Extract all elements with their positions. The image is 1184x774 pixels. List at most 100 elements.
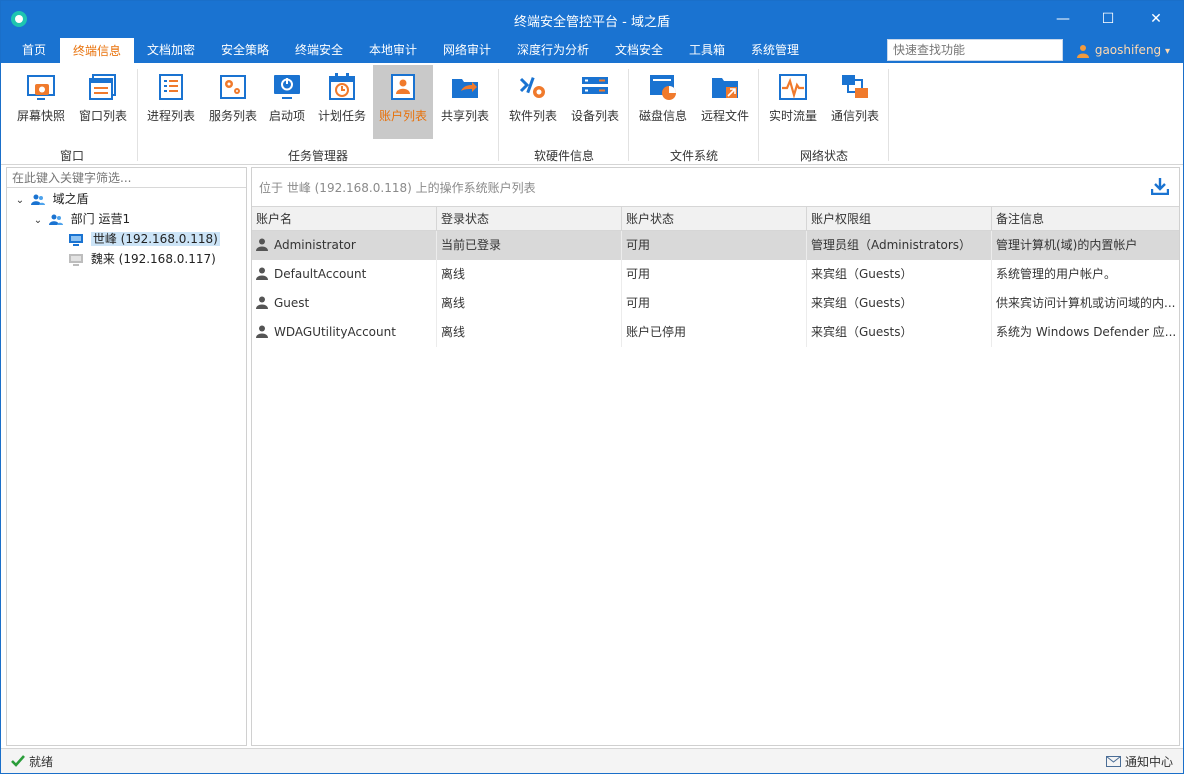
expand-icon[interactable]: ⌄	[13, 191, 27, 211]
device-list-label: 设备列表	[570, 109, 619, 123]
scheduled-task-button[interactable]: 计划任务	[313, 65, 371, 139]
table-row[interactable]: Administrator 当前已登录 可用 管理员组（Administrato…	[252, 231, 1179, 260]
tree-node-computer-2[interactable]: 魏来 (192.168.0.117)	[69, 249, 216, 269]
column-header-account[interactable]: 账户名	[252, 207, 437, 230]
tab-network-audit[interactable]: 网络审计	[431, 37, 503, 63]
remote-file-label: 远程文件	[700, 109, 749, 123]
user-caret-icon: ▾	[1165, 46, 1171, 57]
table-row[interactable]: DefaultAccount 离线 可用 来宾组（Guests） 系统管理的用户…	[252, 260, 1179, 289]
table-row[interactable]: WDAGUtilityAccount 离线 账户已停用 来宾组（Guests） …	[252, 318, 1179, 347]
title-bar[interactable]: 终端安全管控平台 - 域之盾 — ☐ ✕	[1, 1, 1183, 37]
disk-info-label: 磁盘信息	[638, 109, 687, 123]
scheduled-task-icon	[329, 73, 355, 100]
tab-local-audit[interactable]: 本地审计	[357, 37, 429, 63]
tab-terminal-security[interactable]: 终端安全	[283, 37, 355, 63]
screenshot-label: 屏幕快照	[16, 109, 65, 123]
screenshot-button[interactable]: 屏幕快照	[11, 65, 71, 139]
user-icon	[256, 238, 268, 251]
minimize-button[interactable]: —	[1053, 9, 1073, 29]
column-header-remark[interactable]: 备注信息	[992, 207, 1179, 230]
cell-login-status: 离线	[437, 289, 622, 318]
software-list-icon	[519, 77, 545, 98]
column-header-login-status[interactable]: 登录状态	[437, 207, 622, 230]
cell-account-status: 可用	[622, 289, 807, 318]
screenshot-icon	[27, 75, 55, 100]
cell-account-status: 账户已停用	[622, 318, 807, 347]
cell-permission-group: 来宾组（Guests）	[807, 289, 992, 318]
tab-doc-encrypt[interactable]: 文档加密	[135, 37, 207, 63]
cell-account-status: 可用	[622, 260, 807, 289]
tab-behavior-analysis[interactable]: 深度行为分析	[505, 37, 601, 63]
device-list-button[interactable]: 设备列表	[565, 65, 625, 139]
startup-button[interactable]: 启动项	[263, 65, 311, 139]
connection-list-button[interactable]: 通信列表	[825, 65, 885, 139]
quick-search-input[interactable]	[888, 40, 1062, 60]
user-menu[interactable]: gaoshifeng ▾	[1077, 41, 1170, 59]
expand-icon[interactable]: ⌄	[31, 211, 45, 231]
window-list-label: 窗口列表	[78, 109, 127, 123]
share-list-button[interactable]: 共享列表	[435, 65, 495, 139]
cell-login-status: 离线	[437, 318, 622, 347]
window-list-icon	[89, 74, 116, 100]
tree-node-computer-1[interactable]: 世峰 (192.168.0.118)	[69, 229, 220, 249]
account-name: WDAGUtilityAccount	[274, 325, 396, 339]
cell-remark: 系统为 Windows Defender 应...	[996, 325, 1177, 339]
scheduled-task-label: 计划任务	[317, 109, 366, 123]
notification-center-button[interactable]: 通知中心	[1105, 753, 1173, 770]
device-list-icon	[582, 77, 608, 94]
computer-offline-icon	[69, 253, 83, 266]
tree-node-root[interactable]: ⌄ 域之盾	[13, 189, 89, 209]
account-name: Administrator	[274, 238, 356, 252]
account-list-panel: 位于 世峰 (192.168.0.118) 上的操作系统账户列表 账户名 登录状…	[251, 167, 1180, 746]
cell-login-status: 离线	[437, 260, 622, 289]
tab-security-policy[interactable]: 安全策略	[209, 37, 281, 63]
account-list-button[interactable]: 账户列表	[373, 65, 433, 139]
check-icon	[11, 755, 25, 767]
tab-home[interactable]: 首页	[9, 37, 59, 63]
ribbon-separator	[628, 69, 629, 161]
tab-terminal-info[interactable]: 终端信息	[60, 38, 134, 63]
tree-filter-input[interactable]	[7, 168, 246, 187]
realtime-traffic-button[interactable]: 实时流量	[763, 65, 823, 139]
cell-account-status: 可用	[622, 231, 807, 260]
tree-label-department: 部门 运营1	[70, 212, 131, 226]
tree-node-department[interactable]: ⌄ 部门 运营1	[31, 209, 130, 229]
computer-online-icon	[69, 233, 83, 246]
group-label-network: 网络状态	[799, 149, 848, 163]
share-list-label: 共享列表	[440, 109, 489, 123]
cell-remark: 供来宾访问计算机或访问域的内...	[996, 296, 1176, 310]
column-header-account-status[interactable]: 账户状态	[622, 207, 807, 230]
remote-file-icon	[712, 78, 738, 98]
cell-remark: 管理计算机(域)的内置帐户	[996, 238, 1138, 252]
tab-system-admin[interactable]: 系统管理	[739, 37, 811, 63]
user-icon	[1077, 44, 1089, 58]
service-list-button[interactable]: 服务列表	[203, 65, 263, 139]
tab-toolbox[interactable]: 工具箱	[677, 37, 737, 63]
startup-icon	[274, 75, 300, 99]
cell-account: Guest	[252, 289, 437, 318]
quick-search[interactable]	[887, 39, 1063, 61]
app-window: 终端安全管控平台 - 域之盾 — ☐ ✕ 首页 终端信息 文档加密 安全策略 终…	[0, 0, 1184, 774]
remote-file-button[interactable]: 远程文件	[695, 65, 755, 139]
disk-info-button[interactable]: 磁盘信息	[633, 65, 693, 139]
process-list-button[interactable]: 进程列表	[141, 65, 201, 139]
maximize-button[interactable]: ☐	[1098, 9, 1118, 29]
download-icon[interactable]	[1151, 177, 1169, 195]
column-header-permission-group[interactable]: 账户权限组	[807, 207, 992, 230]
tree-label-computer-1: 世峰 (192.168.0.118)	[90, 232, 220, 246]
software-list-button[interactable]: 软件列表	[503, 65, 563, 139]
close-button[interactable]: ✕	[1146, 9, 1166, 29]
table-row[interactable]: Guest 离线 可用 来宾组（Guests） 供来宾访问计算机或访问域的内..…	[252, 289, 1179, 318]
share-list-icon	[452, 79, 478, 98]
menu-bar: 首页 终端信息 文档加密 安全策略 终端安全 本地审计 网络审计 深度行为分析 …	[1, 37, 1183, 63]
user-icon	[256, 296, 268, 309]
tree-filter[interactable]	[7, 168, 246, 188]
ribbon-separator	[498, 69, 499, 161]
user-name: gaoshifeng	[1094, 43, 1162, 57]
group-users-icon	[48, 214, 63, 225]
tab-doc-security[interactable]: 文档安全	[603, 37, 675, 63]
window-list-button[interactable]: 窗口列表	[73, 65, 133, 139]
account-list-icon	[391, 74, 415, 100]
account-list-label: 账户列表	[378, 109, 427, 123]
window-title: 终端安全管控平台 - 域之盾	[514, 15, 670, 30]
